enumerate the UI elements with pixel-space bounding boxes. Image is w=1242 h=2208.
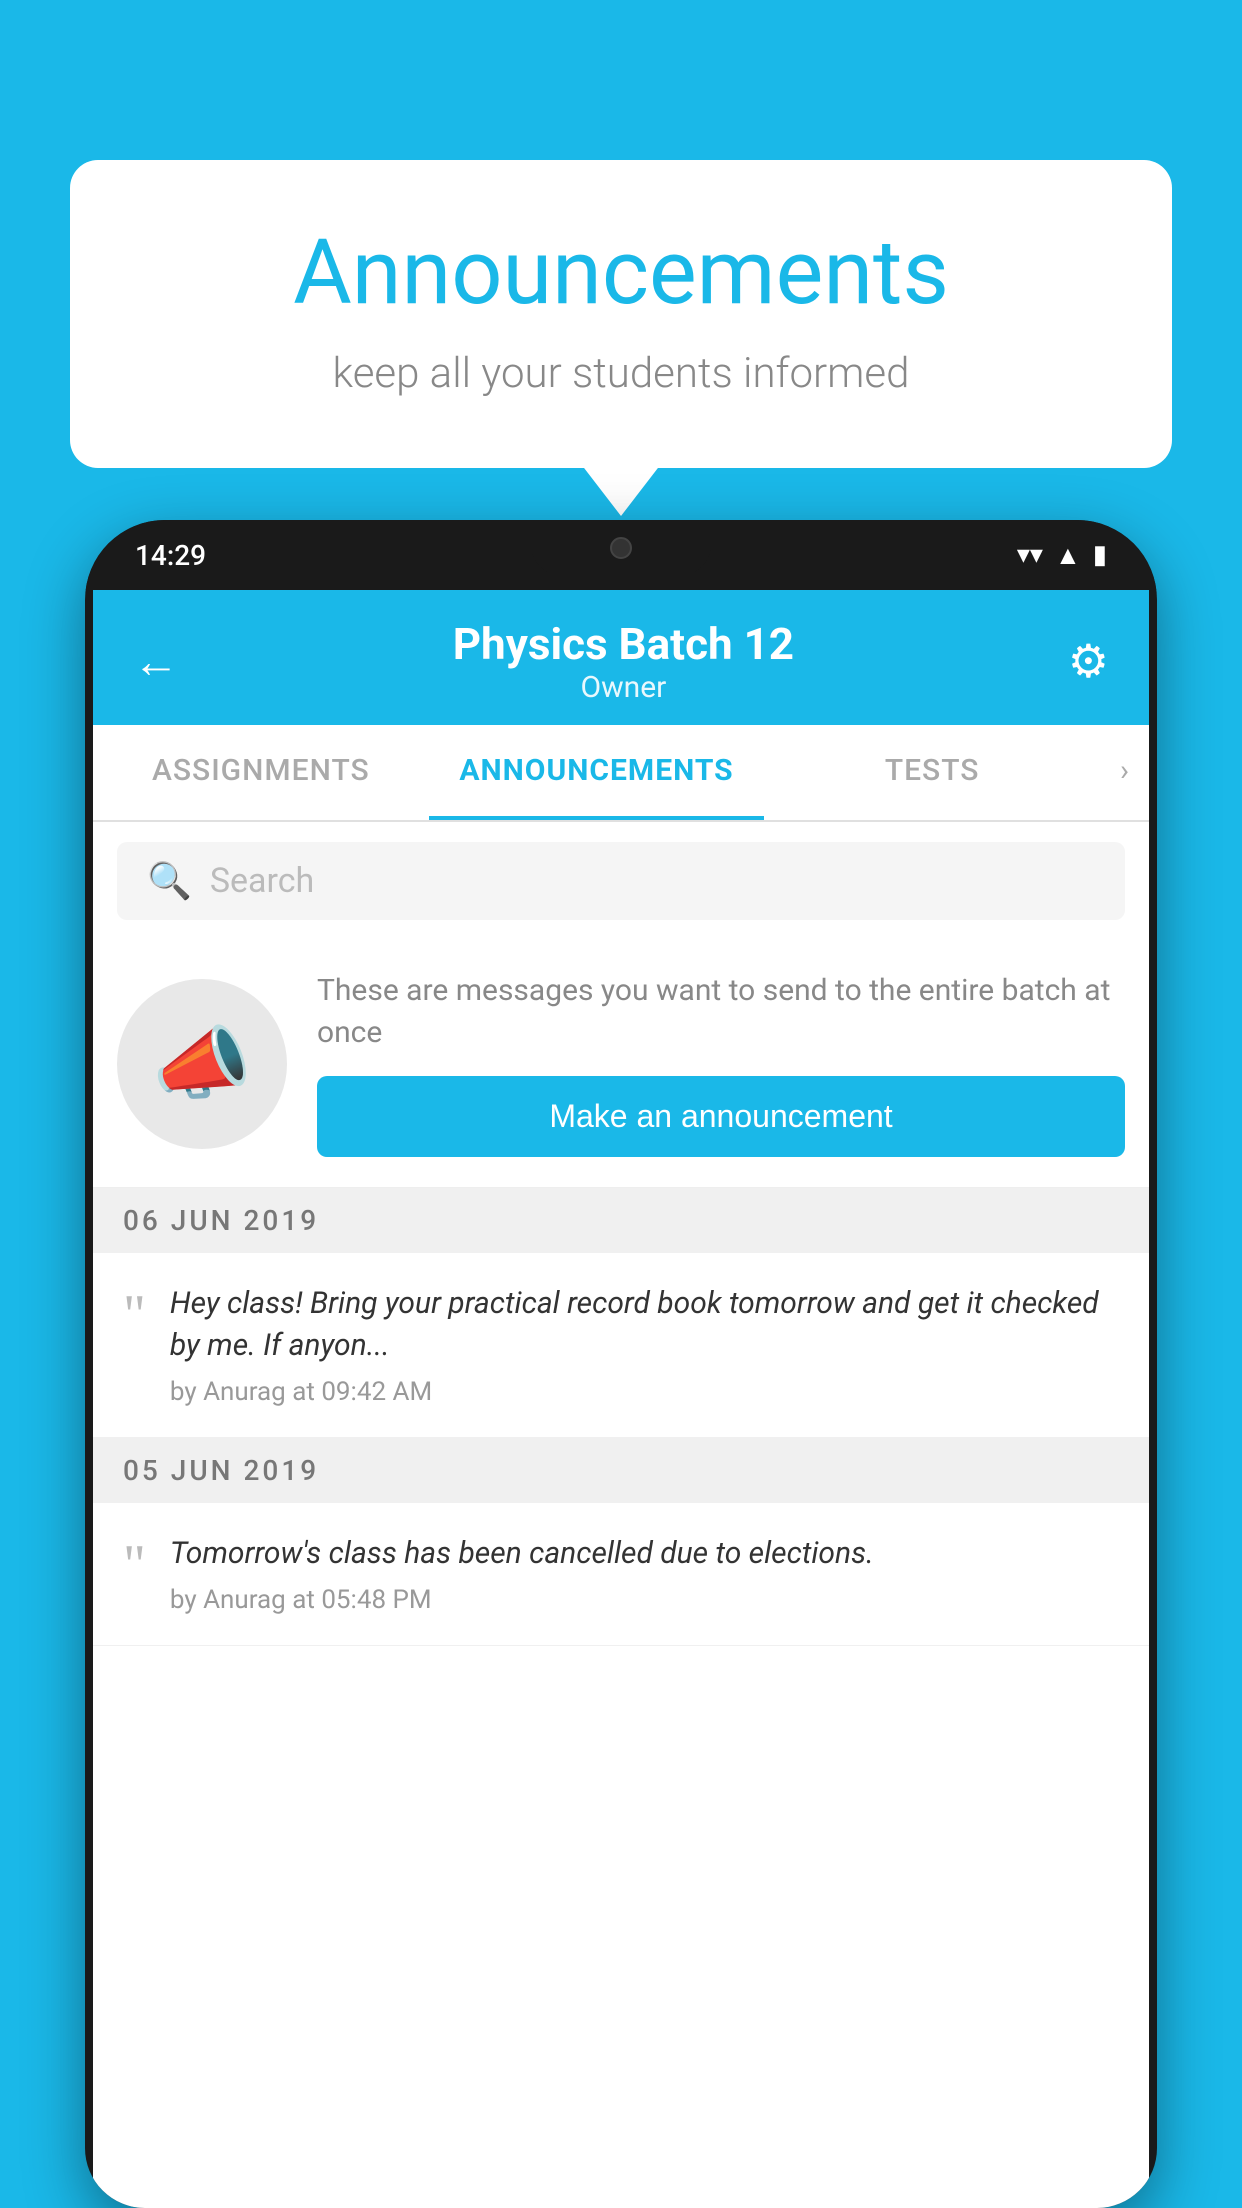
- settings-icon[interactable]: ⚙: [1068, 634, 1109, 689]
- announcement-promo: 📣 These are messages you want to send to…: [93, 940, 1149, 1188]
- bubble-title: Announcements: [150, 220, 1092, 325]
- search-bar[interactable]: 🔍 Search: [117, 842, 1125, 920]
- status-time: 14:29: [135, 539, 206, 572]
- promo-icon-circle: 📣: [117, 979, 287, 1149]
- search-placeholder: Search: [210, 861, 314, 901]
- tab-tests[interactable]: TESTS: [764, 725, 1100, 820]
- search-container: 🔍 Search: [93, 822, 1149, 940]
- announcement-meta-1: by Anurag at 09:42 AM: [170, 1377, 1119, 1407]
- status-icons: ▾▾ ▲ ▮: [1017, 540, 1107, 571]
- promo-description: These are messages you want to send to t…: [317, 970, 1125, 1054]
- tab-announcements[interactable]: ANNOUNCEMENTS: [429, 725, 765, 820]
- bubble-subtitle: keep all your students informed: [150, 349, 1092, 398]
- back-button[interactable]: ←: [133, 634, 179, 689]
- app-header: ← Physics Batch 12 Owner ⚙: [93, 590, 1149, 725]
- wifi-icon: ▾▾: [1017, 540, 1043, 570]
- tab-more[interactable]: ›: [1100, 725, 1149, 820]
- announcement-item-1[interactable]: " Hey class! Bring your practical record…: [93, 1253, 1149, 1438]
- make-announcement-button[interactable]: Make an announcement: [317, 1076, 1125, 1157]
- phone-screen: ← Physics Batch 12 Owner ⚙ ASSIGNMENTS A…: [93, 590, 1149, 2208]
- date-separator-1: 06 JUN 2019: [93, 1188, 1149, 1253]
- tab-assignments[interactable]: ASSIGNMENTS: [93, 725, 429, 820]
- announcement-meta-2: by Anurag at 05:48 PM: [170, 1585, 1119, 1615]
- search-icon: 🔍: [147, 860, 192, 902]
- date-separator-2: 05 JUN 2019: [93, 1438, 1149, 1503]
- header-subtitle: Owner: [453, 670, 794, 705]
- signal-icon: ▲: [1055, 540, 1081, 571]
- battery-icon: ▮: [1093, 540, 1107, 570]
- announcement-content-1: Hey class! Bring your practical record b…: [170, 1283, 1119, 1407]
- announcement-item-2[interactable]: " Tomorrow's class has been cancelled du…: [93, 1503, 1149, 1646]
- tabs-container: ASSIGNMENTS ANNOUNCEMENTS TESTS ›: [93, 725, 1149, 822]
- quote-icon-1: ": [123, 1287, 146, 1343]
- header-center: Physics Batch 12 Owner: [453, 618, 794, 705]
- announcement-text-2: Tomorrow's class has been cancelled due …: [170, 1533, 1119, 1575]
- quote-icon-2: ": [123, 1537, 146, 1593]
- status-bar: 14:29 ▾▾ ▲ ▮: [85, 520, 1157, 590]
- speech-bubble-section: Announcements keep all your students inf…: [70, 160, 1172, 468]
- phone-notch: [531, 520, 711, 575]
- header-title: Physics Batch 12: [453, 618, 794, 670]
- promo-content: These are messages you want to send to t…: [317, 970, 1125, 1157]
- speech-bubble: Announcements keep all your students inf…: [70, 160, 1172, 468]
- phone-frame: 14:29 ▾▾ ▲ ▮ ← Physics Batch 12 Owner ⚙ …: [85, 520, 1157, 2208]
- camera: [610, 537, 632, 559]
- megaphone-icon: 📣: [152, 1017, 252, 1111]
- announcement-text-1: Hey class! Bring your practical record b…: [170, 1283, 1119, 1367]
- announcement-content-2: Tomorrow's class has been cancelled due …: [170, 1533, 1119, 1615]
